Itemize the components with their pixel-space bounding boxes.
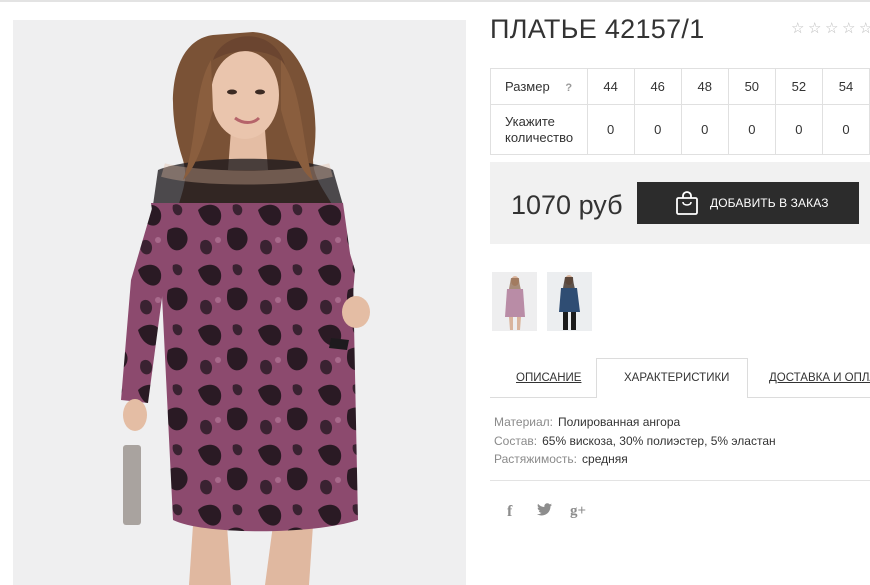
top-divider	[0, 0, 870, 2]
model-illustration	[13, 20, 466, 585]
thumbnail-blue-image	[547, 272, 592, 331]
product-price: 1070 руб	[511, 190, 623, 220]
shopping-bag-icon	[676, 191, 698, 215]
star-icon[interactable]: ☆	[825, 20, 841, 38]
size-52: 52	[774, 68, 823, 105]
size-quantity-table: Размер ? 44 46 48 50 52 54 Укажите колич…	[490, 68, 870, 155]
characteristics-list: Материал: Полированная ангора Состав: 65% …	[494, 413, 776, 469]
size-48: 48	[680, 68, 729, 105]
quantity-input-46[interactable]: 0	[633, 104, 682, 155]
quantity-input-52[interactable]: 0	[774, 104, 823, 155]
quantity-row: Укажите количество 0 0 0 0 0 0	[490, 104, 870, 155]
characteristic-row-composition: Состав: 65% вискоза, 30% полиэстер, 5% эл…	[494, 432, 776, 451]
characteristic-value: средняя	[582, 452, 628, 466]
size-row: Размер ? 44 46 48 50 52 54	[490, 68, 870, 105]
tab-characteristics[interactable]: ХАРАКТЕРИСТИКИ	[624, 372, 729, 384]
quantity-label-cell: Укажите количество	[490, 104, 588, 155]
star-icon[interactable]: ☆	[859, 20, 870, 38]
quantity-input-50[interactable]: 0	[727, 104, 776, 155]
characteristic-row-stretch: Растяжимость: средняя	[494, 450, 776, 469]
star-icon[interactable]: ☆	[842, 20, 858, 38]
size-50: 50	[727, 68, 776, 105]
size-label-cell: Размер ?	[490, 68, 588, 105]
thumbnail-blue-dress[interactable]	[547, 272, 592, 331]
characteristic-row-material: Материал: Полированная ангора	[494, 413, 776, 432]
googleplus-icon[interactable]: g+	[570, 503, 586, 520]
thumbnail-pink-dress[interactable]	[492, 272, 537, 331]
product-main-image[interactable]	[13, 20, 466, 585]
twitter-icon[interactable]	[537, 503, 552, 519]
size-label: Размер	[505, 79, 550, 94]
quantity-input-48[interactable]: 0	[680, 104, 729, 155]
add-to-order-button[interactable]: ДОБАВИТЬ В ЗАКАЗ	[637, 182, 859, 224]
social-divider	[490, 480, 870, 481]
size-help-icon[interactable]: ?	[565, 82, 572, 94]
star-icon[interactable]: ☆	[791, 20, 807, 38]
characteristic-value: 65% вискоза, 30% полиэстер, 5% эластан	[542, 433, 776, 448]
star-icon[interactable]: ☆	[808, 20, 824, 38]
size-54: 54	[821, 68, 870, 105]
price-box: 1070 руб ДОБАВИТЬ В ЗАКАЗ	[490, 162, 870, 244]
characteristic-key: Материал:	[494, 415, 553, 429]
facebook-icon[interactable]: f	[507, 503, 512, 521]
quantity-input-54[interactable]: 0	[821, 104, 870, 155]
twitter-bird-icon	[537, 503, 552, 516]
quantity-label-line1: Укажите	[505, 113, 555, 129]
add-to-order-label: ДОБАВИТЬ В ЗАКАЗ	[710, 196, 829, 210]
size-46: 46	[633, 68, 682, 105]
characteristic-key: Состав:	[494, 433, 538, 448]
quantity-input-44[interactable]: 0	[586, 104, 635, 155]
characteristic-key: Растяжимость:	[494, 452, 578, 466]
product-title: ПЛАТЬЕ 42157/1	[490, 14, 705, 44]
quantity-label-line2: количество	[505, 129, 574, 145]
thumbnail-pink-image	[492, 272, 537, 331]
characteristic-value: Полированная ангора	[557, 415, 681, 429]
tab-delivery[interactable]: ДОСТАВКА И ОПЛАТА	[769, 372, 870, 384]
rating-stars[interactable]: ☆ ☆ ☆ ☆ ☆	[791, 20, 870, 38]
size-44: 44	[586, 68, 635, 105]
tab-description[interactable]: ОПИСАНИЕ	[516, 372, 581, 384]
